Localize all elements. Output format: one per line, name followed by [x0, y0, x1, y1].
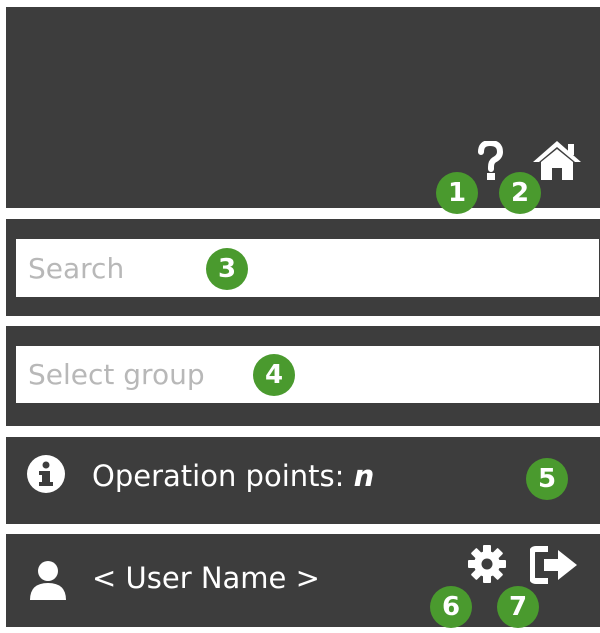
callout-badge-6: 6	[430, 586, 472, 628]
callout-badge-3: 3	[206, 248, 248, 290]
header-block: 1 2	[6, 7, 600, 214]
operation-points-block: Operation points: n 5	[6, 437, 600, 524]
user-block: < User Name > 6 7	[6, 534, 600, 628]
gear-icon[interactable]	[467, 544, 507, 584]
search-block: 3	[6, 219, 600, 316]
info-icon	[27, 455, 65, 493]
group-select-block: 4	[6, 326, 600, 426]
callout-badge-7: 7	[497, 586, 539, 628]
logout-icon[interactable]	[530, 545, 580, 585]
callout-badge-2: 2	[499, 172, 541, 214]
question-mark-icon[interactable]	[477, 141, 503, 181]
operation-points-text: Operation points: n	[92, 459, 374, 493]
callout-badge-4: 4	[253, 354, 295, 396]
home-icon[interactable]	[532, 140, 582, 180]
side-panel: 1 2 3 4 Operation points: n 5 < User Na	[6, 7, 600, 628]
user-icon	[30, 561, 66, 600]
callout-badge-1: 1	[436, 172, 478, 214]
select-group-field[interactable]	[16, 346, 599, 403]
callout-badge-5: 5	[526, 458, 568, 500]
search-input[interactable]	[16, 239, 599, 297]
user-name: < User Name >	[92, 561, 320, 595]
operation-points-label: Operation points:	[92, 459, 345, 493]
operation-points-value: n	[353, 459, 375, 493]
